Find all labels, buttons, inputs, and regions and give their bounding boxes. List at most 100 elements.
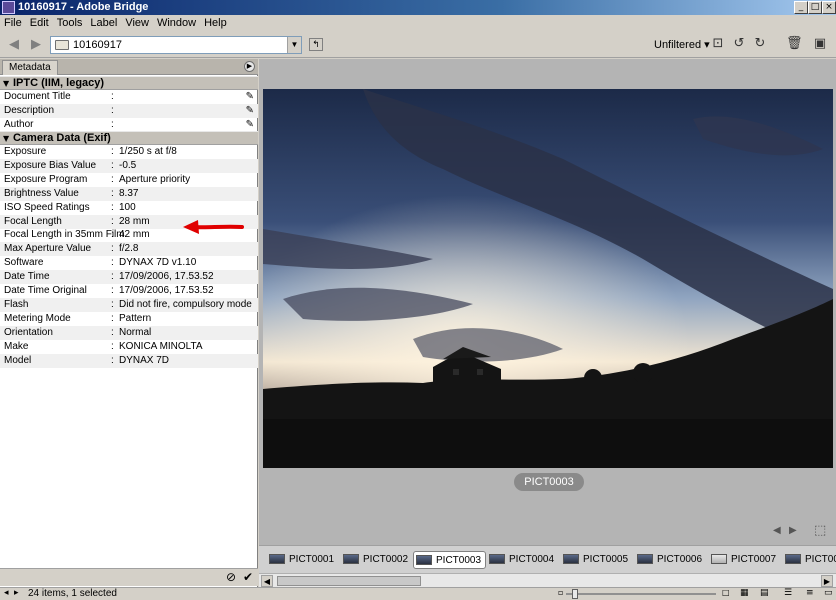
- pencil-icon[interactable]: ✎: [246, 104, 254, 117]
- zoom-in-icon[interactable]: □: [722, 588, 730, 597]
- colon-separator: :: [111, 354, 114, 366]
- view-filmstrip-icon[interactable]: ▤: [760, 588, 769, 598]
- metadata-row-iptc-2[interactable]: Author: ✎: [0, 118, 258, 132]
- filmstrip-thumbnail[interactable]: PICT0005: [561, 551, 628, 569]
- rotate-left-icon[interactable]: ↺: [731, 36, 747, 52]
- filmstrip-thumbnail[interactable]: PICT0006: [635, 551, 702, 569]
- colon-separator: :: [111, 285, 114, 296]
- scrollbar-thumb[interactable]: [277, 576, 421, 586]
- filmstrip-thumbnail[interactable]: PICT0001: [267, 551, 334, 569]
- bridge-app-icon[interactable]: [2, 1, 15, 14]
- back-arrow-icon[interactable]: ◀: [6, 37, 22, 53]
- filmstrip-thumbnail[interactable]: PICT0004: [487, 551, 554, 569]
- menu-file[interactable]: File: [0, 15, 26, 29]
- panel-menu-icon[interactable]: ▶: [244, 61, 255, 72]
- panel-toggle-icon[interactable]: ▸: [14, 588, 19, 598]
- zoom-out-icon[interactable]: ▫: [558, 588, 563, 597]
- chevron-down-icon[interactable]: ▼: [287, 37, 301, 53]
- menu-label[interactable]: Label: [86, 15, 121, 29]
- metadata-value: DYNAX 7D: [119, 354, 170, 366]
- section-exif[interactable]: ▼ Camera Data (Exif): [0, 131, 258, 145]
- trash-icon[interactable]: 🗑: [786, 36, 803, 52]
- slider-knob[interactable]: [572, 589, 578, 599]
- previous-image-icon[interactable]: ◀: [773, 525, 781, 536]
- metadata-value: 8.37: [119, 187, 139, 199]
- thumbnail-image: [269, 554, 285, 565]
- status-text: 24 items, 1 selected: [28, 588, 117, 599]
- scroll-left-icon[interactable]: ◀: [261, 575, 273, 587]
- loupe-icon[interactable]: ⬚: [814, 523, 826, 538]
- metadata-row-exif-2: Exposure Program: Aperture priority: [0, 173, 258, 187]
- section-title: IPTC (IIM, legacy): [13, 77, 105, 89]
- colon-separator: :: [111, 215, 114, 227]
- next-image-icon[interactable]: ▶: [789, 525, 797, 536]
- thumbnail-image: [711, 554, 727, 565]
- path-selector[interactable]: ▼: [50, 36, 302, 54]
- window-title: 10160917 - Adobe Bridge: [18, 1, 149, 13]
- colon-separator: :: [111, 201, 114, 213]
- minimize-button[interactable]: _: [794, 1, 808, 14]
- rotate-right-icon[interactable]: ↻: [752, 36, 768, 52]
- colon-separator: :: [111, 187, 114, 199]
- thumbnail-size-slider[interactable]: [566, 589, 716, 599]
- thumbnail-label: PICT0008: [805, 554, 836, 565]
- tab-metadata[interactable]: Metadata: [2, 60, 58, 75]
- thumbnail-label: PICT0004: [509, 554, 555, 565]
- colon-separator: :: [111, 326, 114, 338]
- thumbnail-label: PICT0006: [657, 554, 703, 565]
- menu-tools[interactable]: Tools: [53, 15, 87, 29]
- path-input[interactable]: [73, 38, 278, 52]
- menu-window[interactable]: Window: [153, 15, 200, 29]
- view-versions-icon[interactable]: ≡: [806, 588, 814, 598]
- thumbnail-image: [416, 555, 432, 566]
- folder-panel-toggle-icon[interactable]: ◂: [4, 588, 9, 598]
- view-thumbnails-icon[interactable]: ▦: [740, 588, 749, 598]
- apply-check-icon[interactable]: ✔: [243, 570, 253, 584]
- close-button[interactable]: ×: [822, 1, 836, 14]
- folder-icon: [55, 40, 69, 50]
- filter-label: Unfiltered: [654, 39, 702, 51]
- menu-bar: File Edit Tools Label View Window Help: [0, 15, 836, 32]
- compact-mode-icon[interactable]: ▣: [812, 36, 828, 52]
- metadata-label: Orientation: [4, 326, 53, 338]
- pencil-icon[interactable]: ✎: [246, 118, 254, 131]
- metadata-label: Model: [4, 354, 32, 366]
- filmstrip-thumbnail[interactable]: PICT0003: [413, 551, 487, 569]
- filmstrip-thumbnail[interactable]: PICT0002: [341, 551, 408, 569]
- filmstrip-thumbnail[interactable]: PICT0007: [709, 551, 776, 569]
- metadata-value: Normal: [119, 326, 152, 338]
- metadata-label: Author: [4, 118, 34, 130]
- metadata-row-exif-14: Make: KONICA MINOLTA: [0, 340, 258, 354]
- disclosure-triangle-icon: ▼: [3, 79, 10, 88]
- thumbnail-image: [637, 554, 653, 565]
- go-up-folder-icon[interactable]: ↰: [309, 38, 323, 51]
- metadata-label: Exposure Bias Value: [4, 159, 97, 171]
- filter-menu-button[interactable]: Unfiltered ▾: [654, 38, 710, 51]
- colon-separator: :: [111, 104, 114, 116]
- view-details-icon[interactable]: ☰: [784, 588, 792, 598]
- metadata-label: Max Aperture Value: [4, 243, 92, 255]
- cancel-icon[interactable]: ⊘: [226, 570, 236, 584]
- forward-arrow-icon[interactable]: ▶: [28, 37, 44, 53]
- new-folder-icon[interactable]: ⊡: [710, 36, 726, 52]
- pencil-icon[interactable]: ✎: [246, 90, 254, 103]
- metadata-row-iptc-0[interactable]: Document Title: ✎: [0, 90, 258, 104]
- colon-separator: :: [111, 91, 114, 102]
- colon-separator: :: [111, 229, 114, 241]
- filmstrip-thumbnail[interactable]: PICT0008: [783, 551, 836, 569]
- view-list-icon[interactable]: ▭: [824, 588, 833, 598]
- section-iptc[interactable]: ▼ IPTC (IIM, legacy): [0, 76, 258, 90]
- colon-separator: :: [111, 271, 114, 283]
- metadata-value: Pattern: [119, 312, 152, 324]
- filmstrip-scrollbar[interactable]: ◀ ▶: [259, 573, 836, 587]
- menu-help[interactable]: Help: [200, 15, 231, 29]
- menu-edit[interactable]: Edit: [26, 15, 53, 29]
- menu-view[interactable]: View: [121, 15, 153, 29]
- metadata-row-iptc-1[interactable]: Description: ✎: [0, 103, 258, 118]
- preview-image[interactable]: [263, 89, 833, 468]
- colon-separator: :: [111, 243, 114, 255]
- metadata-row-exif-7: Max Aperture Value: f/2.8: [0, 242, 258, 257]
- thumbnail-label: PICT0002: [363, 554, 409, 565]
- maximize-button[interactable]: □: [808, 1, 822, 14]
- scroll-right-icon[interactable]: ▶: [821, 575, 833, 587]
